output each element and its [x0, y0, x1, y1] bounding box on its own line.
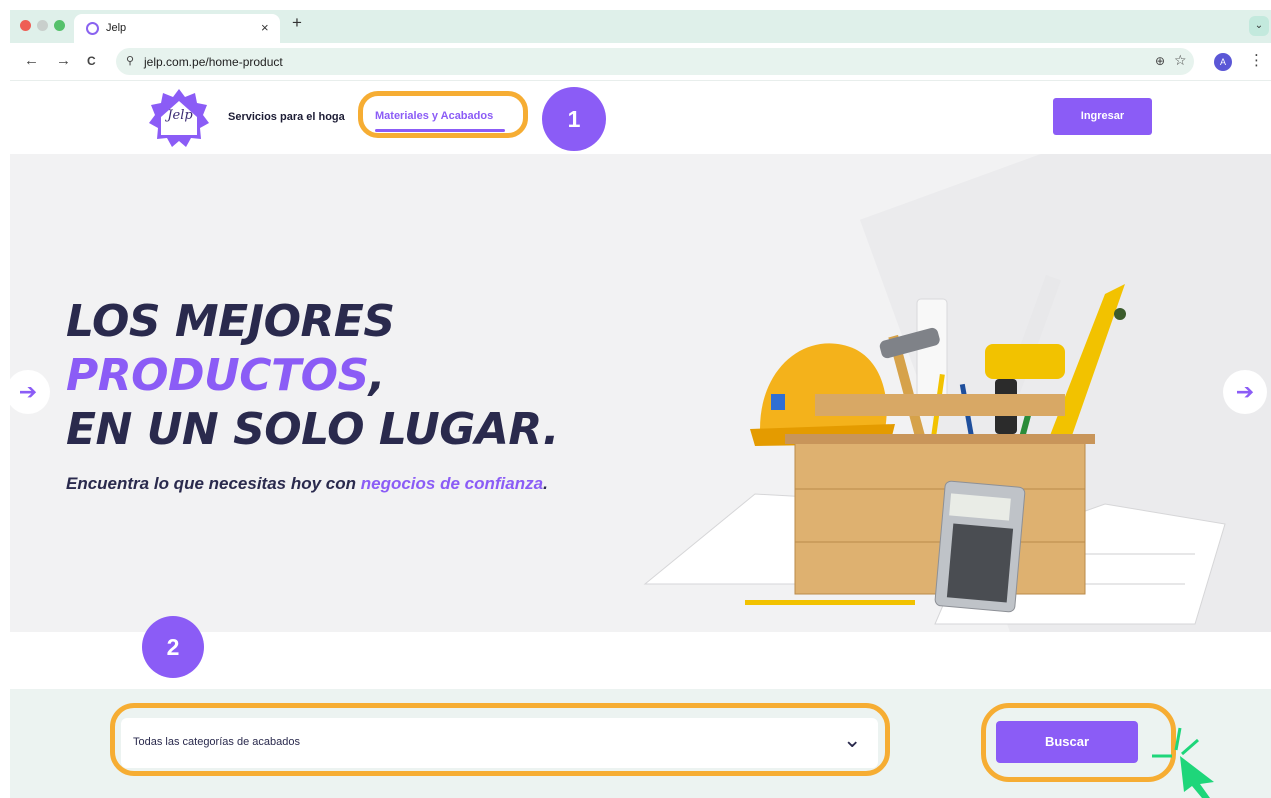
- zoom-icon[interactable]: ⊕: [1155, 54, 1165, 68]
- headline-line-2: PRODUCTOS,: [66, 350, 385, 402]
- address-bar[interactable]: ⚲ jelp.com.pe/home-product ⊕ ☆: [116, 48, 1194, 75]
- product-search-bar: Todas las categorías de acabados ⌄ Busca…: [10, 689, 1271, 798]
- hero-banner: LOS MEJORES PRODUCTOS, EN UN SOLO LUGAR.…: [10, 154, 1271, 632]
- forward-icon[interactable]: →: [56, 52, 71, 69]
- step-marker-2: 2: [142, 616, 204, 678]
- browser-window: Jelp × + ⌄ ← → C ⚲ jelp.com.pe/home-prod…: [10, 10, 1271, 798]
- close-tab-icon[interactable]: ×: [261, 20, 269, 35]
- nav-link-services[interactable]: Servicios para el hoga: [228, 111, 345, 123]
- tab-search-icon[interactable]: ⌄: [1249, 16, 1269, 36]
- minimize-window-button[interactable]: [37, 20, 48, 31]
- carousel-prev-arrow-icon[interactable]: ➔: [10, 370, 50, 414]
- tab-title: Jelp: [106, 22, 127, 34]
- subtitle-accent: negocios de confianza: [360, 474, 544, 493]
- mouse-pointer-icon: [1152, 727, 1214, 798]
- subtitle-end: .: [543, 474, 548, 493]
- headline-line-1: LOS MEJORES: [66, 296, 395, 347]
- bookmark-star-icon[interactable]: ☆: [1174, 52, 1187, 69]
- maximize-window-button[interactable]: [54, 20, 65, 31]
- toolbox-illustration: [643, 274, 1226, 625]
- headline-accent-word: PRODUCTOS: [66, 350, 369, 401]
- reload-icon[interactable]: C: [87, 54, 96, 68]
- highlight-ring-category: [110, 703, 890, 776]
- login-button[interactable]: Ingresar: [1053, 98, 1152, 135]
- site-header: Jelp Servicios para el hoga Materiales y…: [10, 81, 1271, 154]
- jelp-favicon-icon: [86, 22, 99, 35]
- browser-tab[interactable]: Jelp ×: [74, 14, 280, 43]
- headline-line-3: EN UN SOLO LUGAR.: [66, 404, 559, 455]
- profile-avatar[interactable]: A: [1214, 53, 1232, 71]
- close-window-button[interactable]: [20, 20, 31, 31]
- subtitle-start: Encuentra lo que necesitas hoy con: [66, 474, 361, 493]
- step-marker-1: 1: [542, 87, 606, 151]
- url-text[interactable]: jelp.com.pe/home-product: [144, 55, 283, 69]
- browser-menu-icon[interactable]: ⋮: [1249, 51, 1264, 69]
- browser-toolbar: ← → C ⚲ jelp.com.pe/home-product ⊕ ☆ A ⋮: [10, 43, 1271, 81]
- logo-wordmark: Jelp: [167, 108, 193, 123]
- highlight-ring-materials: [358, 91, 528, 138]
- hero-subtitle: Encuentra lo que necesitas hoy con negoc…: [66, 474, 548, 494]
- headline-comma: ,: [368, 350, 386, 401]
- site-info-icon[interactable]: ⚲: [126, 54, 134, 67]
- browser-tab-bar: Jelp × + ⌄: [10, 10, 1271, 43]
- new-tab-icon[interactable]: +: [292, 13, 302, 33]
- back-icon[interactable]: ←: [24, 52, 39, 69]
